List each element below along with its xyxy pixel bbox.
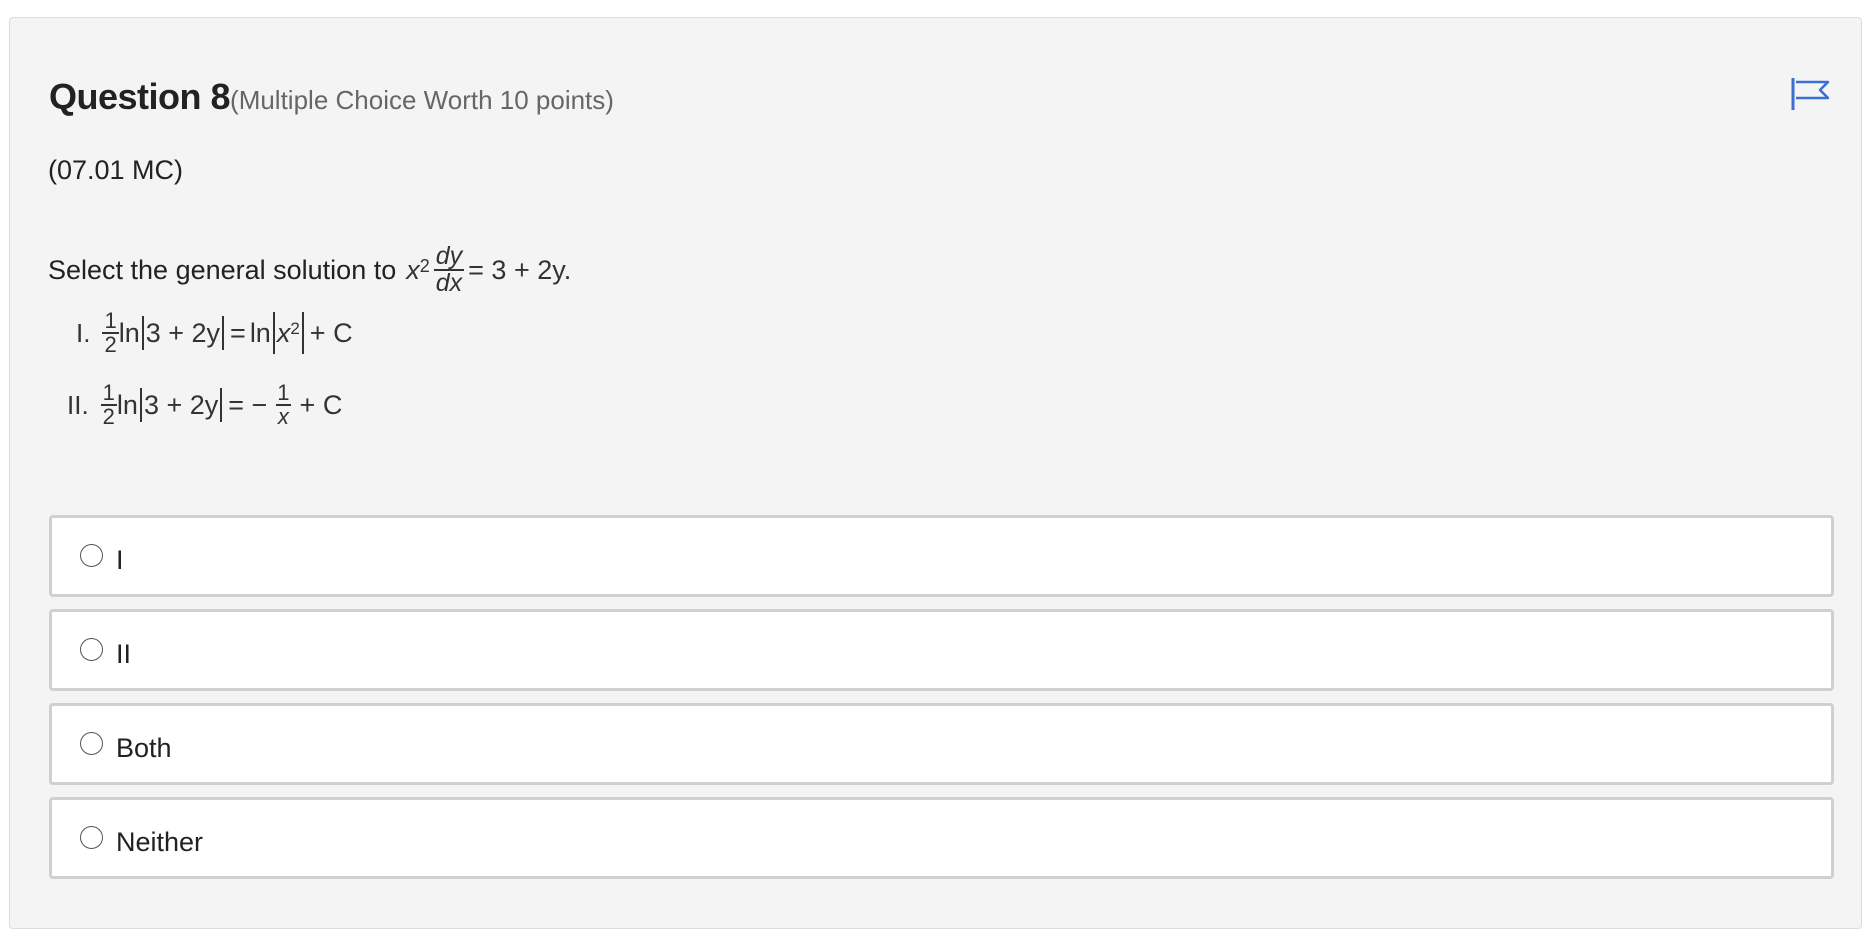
option-neither[interactable]: Neither [49,797,1834,879]
eq-exponent: 2 [419,255,430,276]
abs-left: 3 + 2y [145,317,221,348]
prompt-text: Select the general solution to [48,254,397,285]
ln-left: ln [116,389,138,420]
eq-frac-den: dx [433,269,465,297]
statement-coef: 1 2 [100,380,117,429]
question-meta: (Multiple Choice Worth 10 points) [230,85,614,115]
option-ii[interactable]: II [49,609,1834,691]
coef-den: 2 [100,404,117,429]
statement-2: II. 1 2 ln 3 + 2y = − 1 x + C [67,370,342,440]
abs-bar [301,312,304,354]
question-card: Question 8(Multiple Choice Worth 10 poin… [9,17,1862,929]
statement-1: I. 1 2 ln 3 + 2y = ln x2 + C [76,298,353,368]
option-label: II [116,639,132,669]
radio-button[interactable] [80,732,103,755]
equals-sign: = [230,317,246,348]
frac-den: x [275,404,291,429]
abs-right-base: x [276,317,291,348]
frac-num: 1 [277,380,290,405]
statement-label: I. [76,317,91,348]
question-title: Question 8 [49,76,231,117]
statement-label: II. [67,389,89,420]
abs-right-exp: 2 [290,319,300,338]
eq-rhs: = 3 + 2y. [468,254,572,285]
option-label: Neither [116,827,204,857]
statement-coef: 1 2 [102,308,119,357]
radio-button[interactable] [80,544,103,567]
eq-frac-num: dy [435,242,463,270]
abs-bar [139,388,142,422]
option-both[interactable]: Both [49,703,1834,785]
abs-bar [222,316,225,350]
eq-derivative: dy dx [433,242,465,297]
coef-den: 2 [102,332,119,357]
option-label: Both [116,733,172,763]
question-header: Question 8(Multiple Choice Worth 10 poin… [49,76,614,118]
ln-left: ln [118,317,140,348]
prompt-equation: x2 dy dx = 3 + 2y. [406,244,571,296]
abs-bar [141,316,144,350]
abs-left: 3 + 2y [143,389,219,420]
statement-frac: 1 x [275,382,291,428]
question-code: (07.01 MC) [48,155,184,185]
abs-bar [272,312,275,354]
statement-tail: + C [309,317,353,348]
option-label: I [116,545,124,575]
option-i[interactable]: I [49,515,1834,597]
abs-bar [220,388,223,422]
ln-right: ln [249,317,271,348]
flag-icon[interactable] [1790,76,1832,112]
statement-tail: + C [299,389,343,420]
radio-button[interactable] [80,638,103,661]
radio-button[interactable] [80,826,103,849]
equals-sign: = − [228,389,268,420]
coef-num: 1 [104,308,117,333]
coef-num: 1 [102,380,115,405]
eq-base: x [406,254,420,285]
